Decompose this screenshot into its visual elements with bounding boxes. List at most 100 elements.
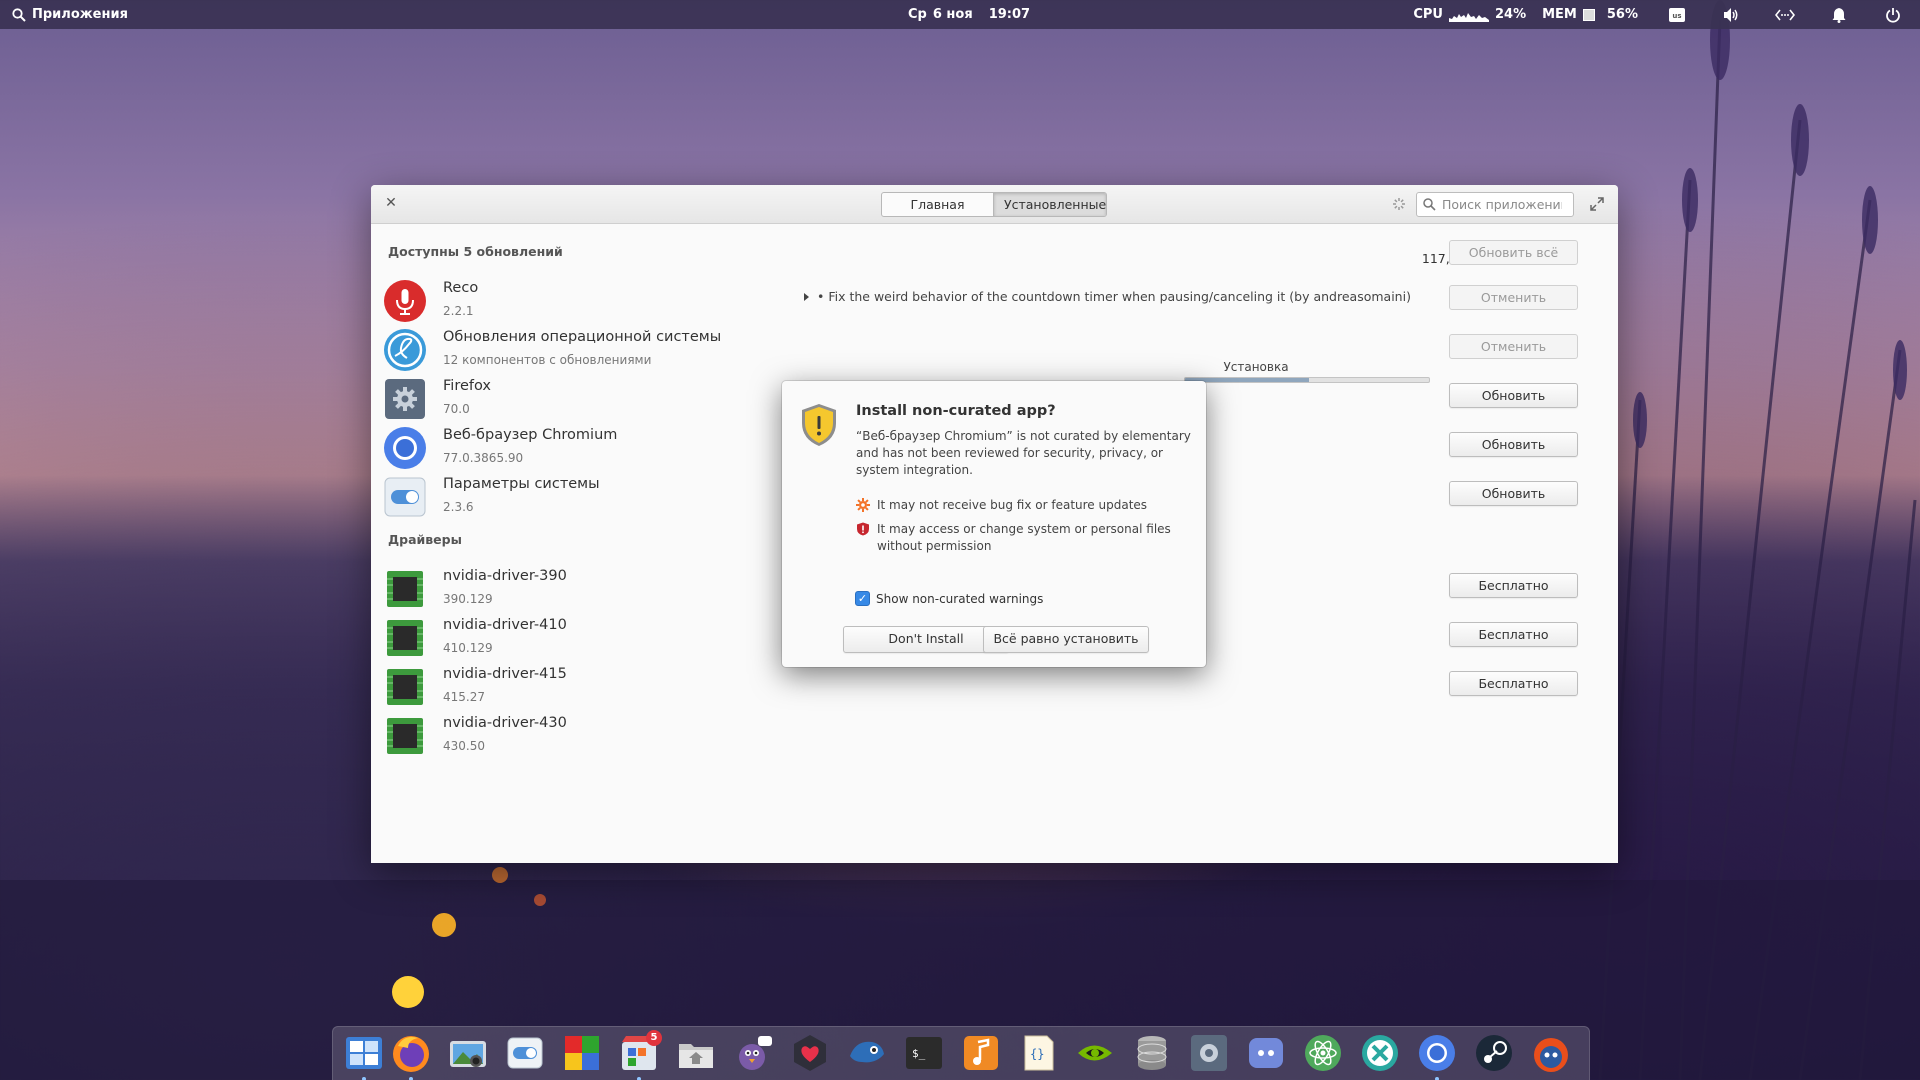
firefox-icon[interactable] [390, 1032, 432, 1074]
appcenter-badge: 5 [646, 1030, 662, 1046]
app-name: nvidia-driver-415 [443, 666, 567, 682]
indicators: CPU 24% MEM 56% us [1413, 0, 1908, 29]
network-icon[interactable] [1770, 9, 1800, 21]
drivers-section-title: Драйверы [388, 532, 462, 547]
install-free-button[interactable]: Бесплатно [1449, 573, 1578, 598]
app-name: Веб-браузер Chromium [443, 427, 618, 443]
crossover-icon[interactable] [1359, 1032, 1401, 1074]
notifications-icon[interactable] [1824, 7, 1854, 23]
multitasking-view-icon[interactable] [343, 1032, 385, 1074]
app-version: 12 компонентов с обновлениями [443, 353, 652, 367]
show-warnings-checkbox[interactable]: ✓ Show non-curated warnings [855, 591, 1043, 606]
update-button[interactable]: Обновить [1449, 383, 1578, 408]
app-version: 390.129 [443, 592, 493, 606]
search-icon [12, 7, 26, 22]
chromium-icon[interactable] [1416, 1032, 1458, 1074]
music-icon[interactable] [960, 1032, 1002, 1074]
dialog-body: “Веб-браузер Chromium” is not curated by… [856, 429, 1191, 477]
red-shield-icon [857, 522, 869, 536]
close-icon[interactable]: ✕ [383, 195, 399, 211]
geary-icon[interactable] [1530, 1032, 1572, 1074]
system-settings-icon[interactable] [1188, 1032, 1230, 1074]
microphone-icon [384, 280, 426, 322]
cpu-value: 24% [1494, 7, 1527, 22]
install-free-button[interactable]: Бесплатно [1449, 671, 1578, 696]
cpu-label: CPU [1413, 7, 1443, 22]
applications-label: Приложения [32, 7, 128, 22]
nvidia-icon[interactable] [1074, 1032, 1116, 1074]
svg-text:$_: $_ [912, 1047, 926, 1060]
maximize-icon[interactable] [1589, 196, 1605, 212]
tab-home[interactable]: Главная [882, 193, 994, 216]
list-item[interactable]: nvidia-driver-415 415.27 [371, 661, 1618, 710]
code-icon[interactable]: {} [1017, 1032, 1059, 1074]
keyboard-layout-icon[interactable]: us [1662, 7, 1692, 23]
cpu-graph-icon [1448, 12, 1489, 22]
search-input[interactable] [1442, 197, 1562, 212]
applications-menu[interactable]: Приложения [12, 0, 128, 29]
app-name: Параметры системы [443, 476, 600, 492]
cpu-indicator[interactable]: CPU 24% [1413, 7, 1526, 22]
colors-icon[interactable] [561, 1032, 603, 1074]
security-heart-icon[interactable] [789, 1032, 831, 1074]
app-version: 2.2.1 [443, 304, 474, 318]
install-anyway-button[interactable]: Всё равно установить [983, 626, 1149, 653]
appcenter-icon[interactable]: 5 [618, 1030, 662, 1074]
updates-section-title: Доступны 5 обновлений [388, 244, 563, 259]
progress-label: Установка [1223, 360, 1289, 374]
search-field[interactable] [1416, 192, 1574, 217]
svg-text:us: us [1672, 12, 1681, 20]
mem-indicator[interactable]: MEM 56% [1542, 7, 1638, 22]
release-notes[interactable]: • Fix the weird behavior of the countdow… [804, 289, 1411, 304]
update-all-button[interactable]: Обновить всё [1449, 240, 1578, 265]
steam-icon[interactable] [1473, 1032, 1515, 1074]
warning-item-updates: It may not receive bug fix or feature up… [856, 497, 1186, 514]
cancel-button[interactable]: Отменить [1449, 334, 1578, 359]
checkbox-label: Show non-curated warnings [876, 591, 1044, 606]
list-item[interactable]: nvidia-driver-430 430.50 [371, 710, 1618, 759]
toggle-settings-icon [384, 477, 426, 517]
database-icon[interactable] [1131, 1032, 1173, 1074]
app-name: Reco [443, 280, 479, 296]
shotwell-icon[interactable] [846, 1032, 888, 1074]
power-icon[interactable] [1878, 7, 1908, 23]
headerbar: ✕ Главная Установленные [371, 185, 1618, 224]
expand-triangle-icon [804, 293, 809, 301]
date-time-indicator[interactable]: Ср 6 ноя 19:07 [908, 0, 1030, 29]
warning-item-permissions: It may access or change system or person… [856, 521, 1186, 555]
volume-icon[interactable] [1716, 7, 1746, 23]
discord-icon[interactable] [1245, 1032, 1287, 1074]
app-version: 410.129 [443, 641, 493, 655]
update-button[interactable]: Обновить [1449, 432, 1578, 457]
app-version: 70.0 [443, 402, 470, 416]
files-icon[interactable] [675, 1032, 717, 1074]
search-icon [1423, 198, 1436, 211]
atom-icon[interactable] [1302, 1032, 1344, 1074]
warning-text: It may not receive bug fix or feature up… [877, 498, 1148, 512]
mem-graph-icon [1582, 8, 1595, 21]
checkbox-checked-icon[interactable]: ✓ [855, 591, 870, 606]
clock-day: Ср [908, 7, 927, 22]
warning-text: It may access or change system or person… [877, 522, 1171, 553]
tab-installed[interactable]: Установленные [994, 193, 1106, 216]
chip-icon [387, 669, 423, 705]
pidgin-icon[interactable] [732, 1032, 774, 1074]
chip-icon [387, 718, 423, 754]
cancel-button[interactable]: Отменить [1449, 285, 1578, 310]
app-name: Обновления операционной системы [443, 329, 722, 345]
update-button[interactable]: Обновить [1449, 481, 1578, 506]
top-panel: Приложения Ср 6 ноя 19:07 CPU 24% MEM 56… [0, 0, 1920, 29]
clock-time: 19:07 [988, 7, 1031, 22]
install-free-button[interactable]: Бесплатно [1449, 622, 1578, 647]
app-version: 415.27 [443, 690, 485, 704]
clock-date: 6 ноя [932, 7, 973, 22]
list-item[interactable]: Обновления операционной системы 12 компо… [371, 324, 1618, 373]
app-version: 2.3.6 [443, 500, 474, 514]
chip-icon [387, 571, 423, 607]
sun-warning-icon [856, 498, 870, 512]
terminal-icon[interactable]: $_ [903, 1032, 945, 1074]
photos-icon[interactable] [447, 1032, 489, 1074]
app-name: nvidia-driver-390 [443, 568, 567, 584]
warning-shield-icon [802, 404, 836, 446]
settings-toggle-icon[interactable] [504, 1032, 546, 1074]
